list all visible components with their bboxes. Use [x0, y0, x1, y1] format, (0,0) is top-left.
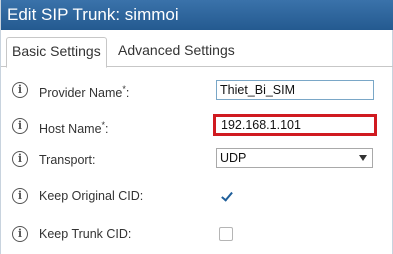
- transport-label: Transport:: [39, 153, 96, 167]
- tab-bar: Basic Settings Advanced Settings: [1, 30, 393, 68]
- info-icon[interactable]: i: [12, 118, 28, 134]
- info-icon[interactable]: i: [12, 151, 28, 167]
- tab-basic-settings[interactable]: Basic Settings: [6, 37, 107, 68]
- keep-original-cid-row: i Keep Original CID:: [1, 178, 393, 214]
- info-icon[interactable]: i: [12, 188, 28, 204]
- transport-row: i Transport: UDP: [1, 142, 393, 178]
- provider-name-row: i Provider Name*: Thiet_Bi_SIM: [1, 73, 393, 109]
- keep-trunk-cid-row: i Keep Trunk CID:: [1, 218, 393, 254]
- transport-select[interactable]: UDP: [216, 148, 373, 168]
- provider-name-label: Provider Name*:: [39, 84, 130, 101]
- keep-trunk-cid-label: Keep Trunk CID:: [39, 227, 132, 241]
- provider-name-input[interactable]: Thiet_Bi_SIM: [216, 80, 374, 100]
- host-name-label: Host Name*:: [39, 120, 109, 137]
- dropdown-arrow-icon[interactable]: [359, 155, 367, 161]
- host-name-row: i Host Name*: 192.168.1.101: [1, 107, 393, 143]
- keep-trunk-cid-checkbox[interactable]: [219, 227, 233, 241]
- dialog-title: Edit SIP Trunk: simmoi: [1, 0, 393, 30]
- keep-original-cid-label: Keep Original CID:: [39, 189, 144, 203]
- transport-selected-value: UDP: [220, 151, 247, 165]
- info-icon[interactable]: i: [12, 82, 28, 98]
- edit-sip-trunk-dialog: Edit SIP Trunk: simmoi Basic Settings Ad…: [0, 0, 393, 254]
- host-name-input[interactable]: 192.168.1.101: [213, 114, 377, 136]
- info-icon[interactable]: i: [12, 226, 28, 242]
- tab-advanced-settings[interactable]: Advanced Settings: [113, 37, 240, 67]
- keep-original-cid-checkbox[interactable]: [219, 189, 233, 203]
